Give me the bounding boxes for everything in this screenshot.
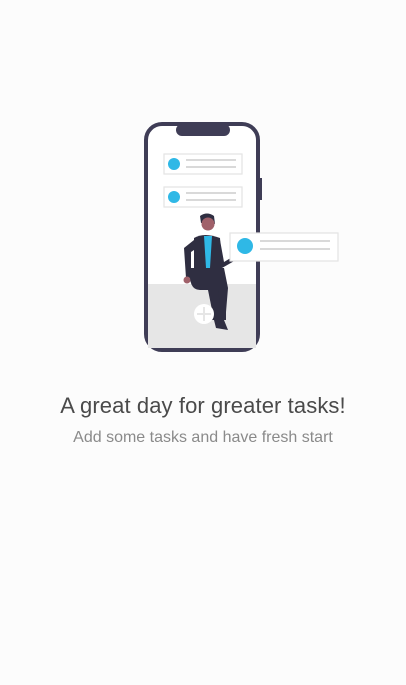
empty-state-title: A great day for greater tasks! — [60, 393, 346, 418]
task-dot-icon — [237, 238, 253, 254]
empty-state-subtitle: Add some tasks and have fresh start — [73, 429, 333, 446]
phone-notch — [176, 124, 230, 136]
person-with-phone-task-list-illustration — [144, 122, 339, 352]
task-dot-icon — [168, 191, 180, 203]
empty-task-screen: A great day for greater tasks! Add some … — [0, 0, 406, 685]
phone-side-button — [259, 178, 262, 200]
task-dot-icon — [168, 158, 180, 170]
